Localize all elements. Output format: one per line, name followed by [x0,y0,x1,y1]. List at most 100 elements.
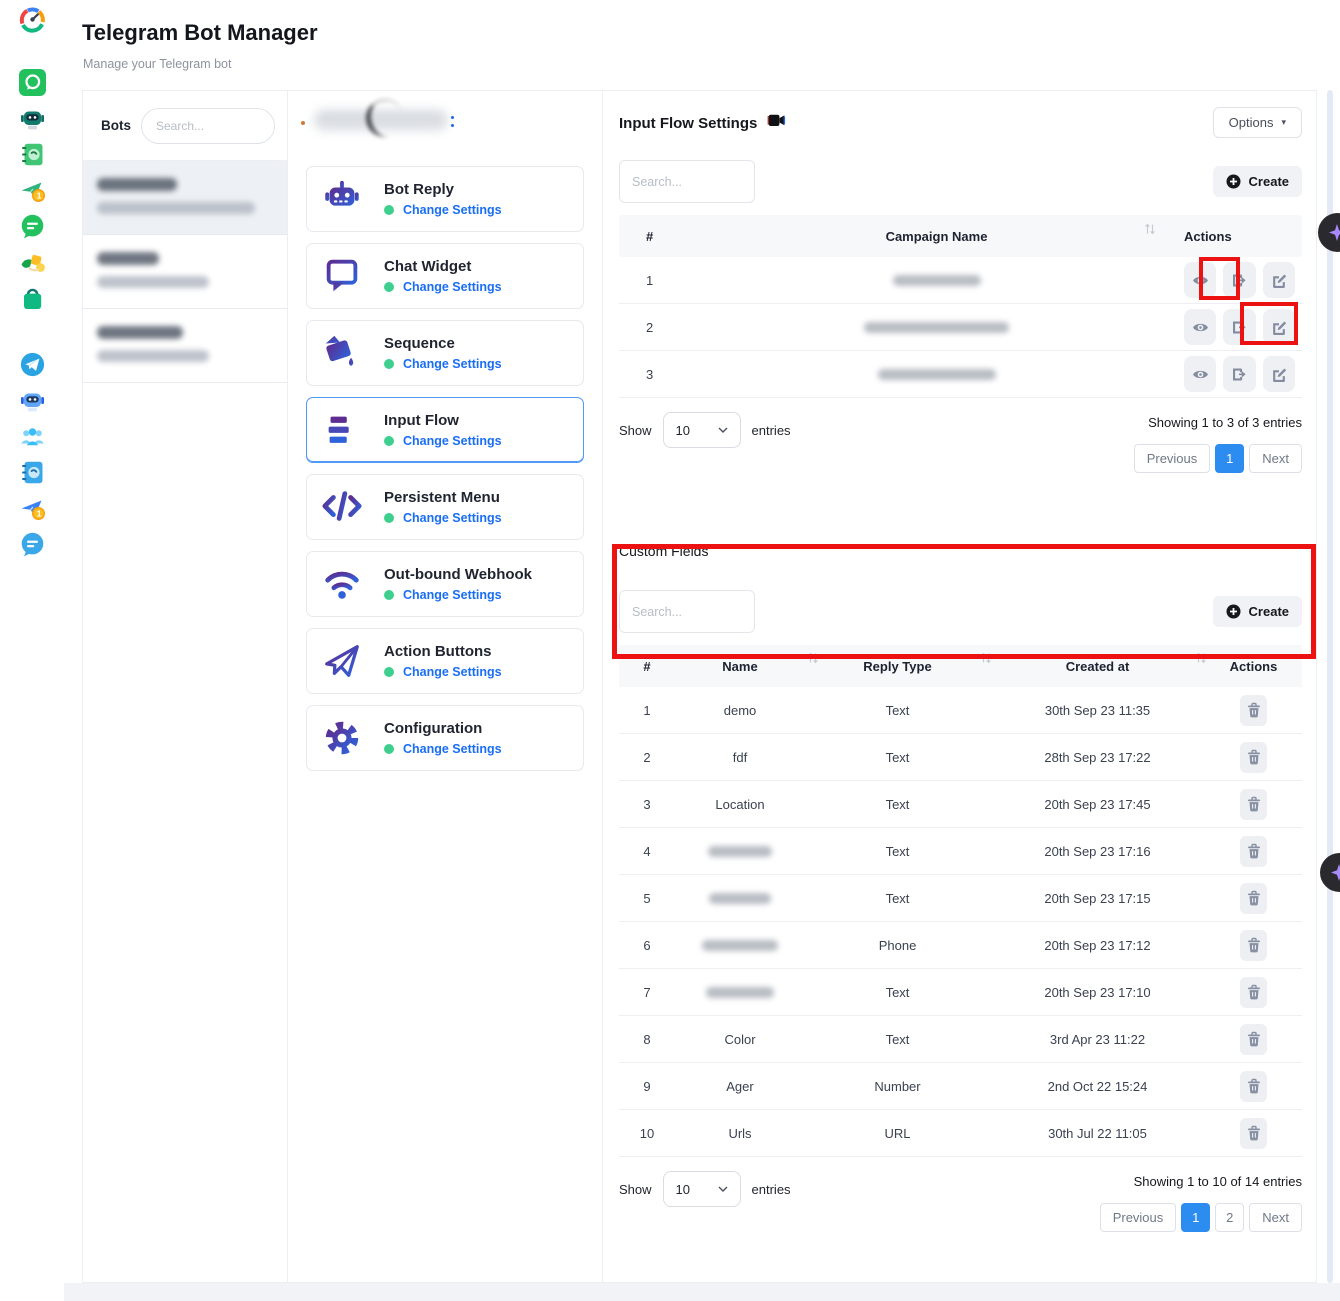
shop-bag-icon[interactable] [19,285,46,312]
bot-list-item[interactable] [83,309,287,383]
dashboard-gauge-icon[interactable] [19,6,46,33]
robot-assistant-blue-icon[interactable] [19,387,46,414]
edit-button[interactable] [1263,262,1295,298]
settings-card-bot-reply[interactable]: Bot Reply Change Settings [306,166,584,232]
menu-dots-icon[interactable] [451,115,454,131]
change-settings-link[interactable]: Change Settings [403,511,502,525]
settings-card-input-flow[interactable]: Input FlowChange Settings [306,397,584,463]
chat-bubble-icon[interactable] [19,213,46,240]
settings-card-chat-widget[interactable]: Chat WidgetChange Settings [306,243,584,309]
settings-card-persistent-menu[interactable]: Persistent Menu Change Settings [306,474,584,540]
chat-bubble-blue-icon[interactable] [19,531,46,558]
row-number: 5 [619,891,675,906]
column-header-reply-type[interactable]: Reply Type [805,659,990,674]
whatsapp-icon[interactable] [19,69,46,96]
plus-circle-icon [1226,174,1241,189]
previous-button[interactable]: Previous [1134,444,1211,473]
telegram-icon[interactable] [19,351,46,378]
settings-card-action-buttons[interactable]: Action ButtonsChange Settings [306,628,584,694]
settings-card-out-bound-webhook[interactable]: Out-bound WebhookChange Settings [306,551,584,617]
custom-field-row: 1demoText30th Sep 23 11:35 [619,687,1302,734]
settings-card-body: Action ButtonsChange Settings [384,644,502,679]
sequence-icon [320,331,364,375]
video-tutorial-icon[interactable] [767,113,786,133]
view-button[interactable] [1184,356,1216,392]
settings-card-body: Bot Reply Change Settings [384,182,502,217]
custom-fields-table: # Name Reply Type Created at Actions 1de… [619,645,1302,1157]
export-button[interactable] [1223,356,1255,392]
delete-button[interactable] [1240,695,1267,726]
export-button[interactable] [1223,262,1255,298]
delete-button[interactable] [1240,930,1267,961]
create-custom-field-button[interactable]: Create [1213,596,1302,627]
contacts-book-icon[interactable] [19,141,46,168]
delete-button[interactable] [1240,977,1267,1008]
delete-button[interactable] [1240,836,1267,867]
delete-button[interactable] [1240,1024,1267,1055]
delete-button[interactable] [1240,1071,1267,1102]
app-icon-rail: 1 1 [0,0,64,1301]
page-button[interactable]: 2 [1215,1203,1244,1232]
field-reply-type: Text [805,985,990,1000]
bot-list-item[interactable] [83,161,287,235]
page-size-select[interactable]: 10 [663,1171,741,1207]
row-number: 7 [619,985,675,1000]
contacts-book-blue-icon[interactable] [19,459,46,486]
row-actions [1184,309,1302,345]
bots-search-input[interactable] [141,108,275,144]
edit-button[interactable] [1263,356,1295,392]
robot-assistant-icon[interactable] [19,105,46,132]
scrollbar[interactable] [1327,90,1333,1283]
delete-button[interactable] [1240,1118,1267,1149]
custom-fields-title: Custom Fields [619,543,1302,559]
settings-card-title: Bot Reply [384,182,502,197]
column-header-name[interactable]: Name [675,659,805,674]
assistant-sparkle-badge[interactable] [1320,853,1340,892]
settings-card-configuration[interactable]: ConfigurationChange Settings [306,705,584,771]
settings-card-title: Sequence [384,336,502,351]
audience-group-icon[interactable] [19,423,46,450]
column-header-campaign-name[interactable]: Campaign Name [689,229,1184,244]
campaign-search-input[interactable] [619,160,755,203]
bots-panel: Bots [83,91,288,1282]
view-button[interactable] [1184,309,1216,345]
sort-icon[interactable] [1144,223,1156,238]
sort-icon[interactable] [1195,652,1207,667]
change-settings-link[interactable]: Change Settings [403,588,502,602]
bot-list-item[interactable] [83,235,287,309]
settings-card-sequence[interactable]: Sequence Change Settings [306,320,584,386]
custom-fields-search-input[interactable] [619,590,755,633]
custom-field-row: 9AgerNumber2nd Oct 22 15:24 [619,1063,1302,1110]
change-settings-link[interactable]: Change Settings [403,280,502,294]
page-size-select[interactable]: 10 [663,412,741,448]
next-button[interactable]: Next [1249,1203,1302,1232]
edit-button[interactable] [1263,309,1295,345]
status-dot-green [384,513,394,523]
change-settings-link[interactable]: Change Settings [403,434,502,448]
change-settings-link[interactable]: Change Settings [403,742,502,756]
previous-button[interactable]: Previous [1100,1203,1177,1232]
delete-button[interactable] [1240,883,1267,914]
footer-strip [0,1283,1340,1301]
column-header-created-at[interactable]: Created at [990,659,1205,674]
page-button[interactable]: 1 [1215,444,1244,473]
view-button[interactable] [1184,262,1216,298]
campaign-send-icon[interactable]: 1 [19,177,46,204]
integrations-icon[interactable] [19,249,46,276]
status-dot-green [384,667,394,677]
status-dot-green [384,436,394,446]
configuration-icon [320,716,364,760]
page-button[interactable]: 1 [1181,1203,1210,1232]
campaign-send-blue-icon[interactable]: 1 [19,495,46,522]
options-button[interactable]: Options▾ [1213,107,1302,138]
create-campaign-button[interactable]: Create [1213,166,1302,197]
delete-button[interactable] [1240,789,1267,820]
next-button[interactable]: Next [1249,444,1302,473]
settings-card-title: Persistent Menu [384,490,502,505]
export-button[interactable] [1223,309,1255,345]
change-settings-link[interactable]: Change Settings [403,203,502,217]
change-settings-link[interactable]: Change Settings [403,665,502,679]
delete-button[interactable] [1240,742,1267,773]
assistant-sparkle-badge[interactable] [1318,213,1340,252]
change-settings-link[interactable]: Change Settings [403,357,502,371]
